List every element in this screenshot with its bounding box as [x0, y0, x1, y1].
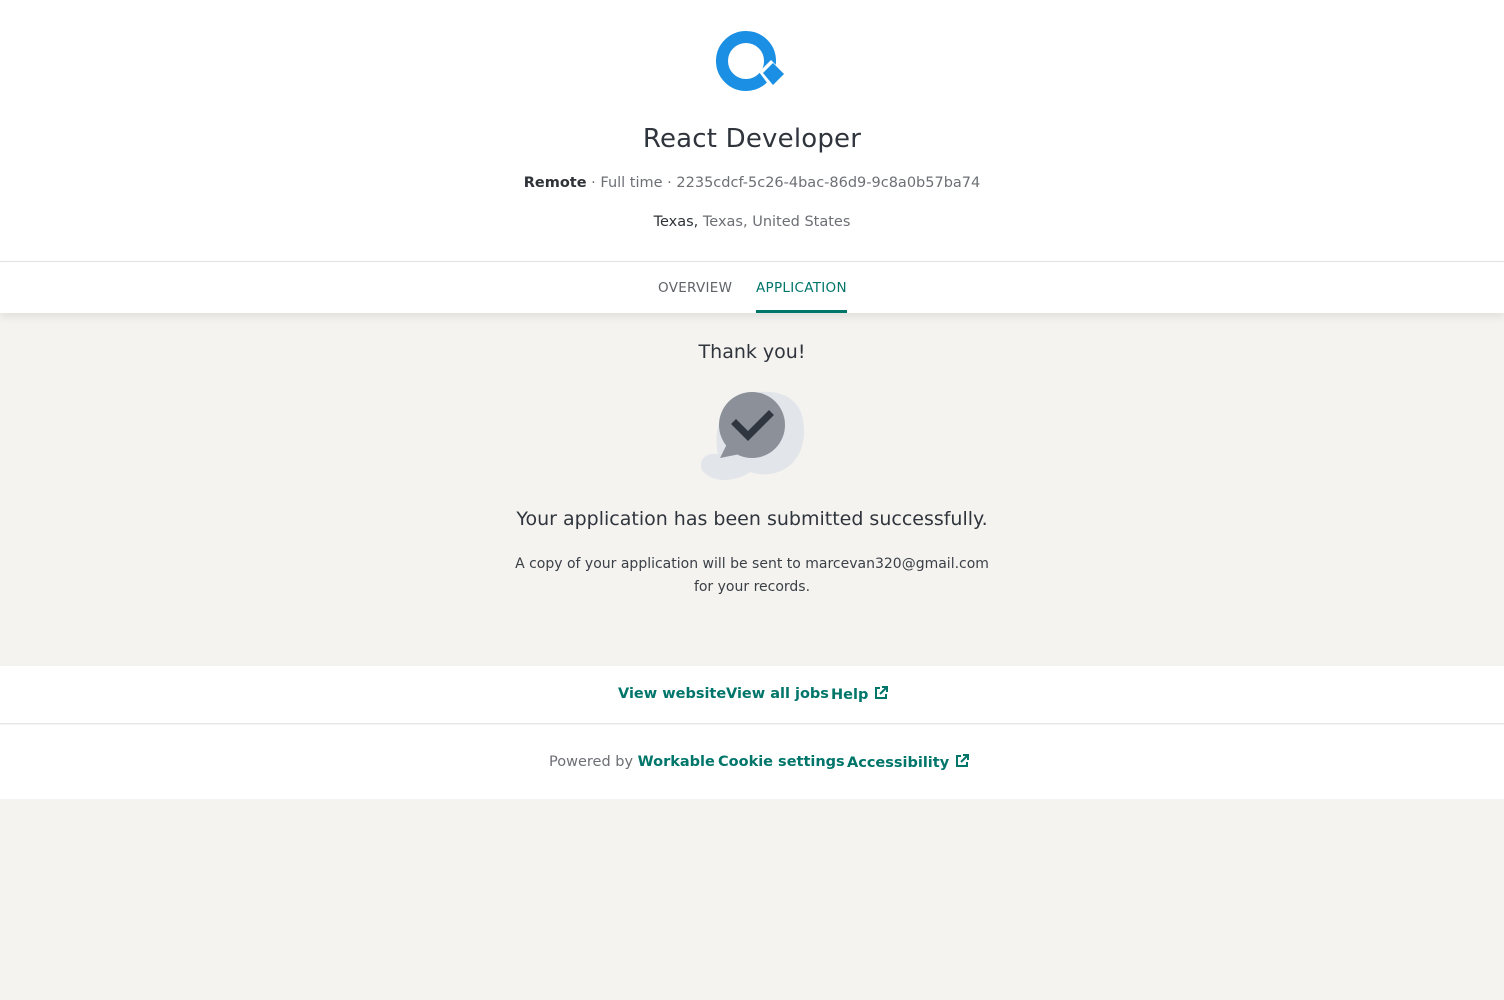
- confirmation-message: A copy of your application will be sent …: [0, 553, 1504, 599]
- meta-separator: ·: [662, 175, 677, 191]
- links-bar: View website View all jobs Help: [0, 666, 1504, 724]
- job-title: React Developer: [642, 124, 862, 154]
- meta-separator: ·: [586, 175, 601, 191]
- footer: Powered by Workable Cookie settings Acce…: [0, 725, 1504, 799]
- workplace-type: Remote: [523, 175, 587, 191]
- help-label: Help: [831, 687, 869, 703]
- location-city: Texas,: [653, 214, 699, 230]
- confirmation-line: A copy of your application will be sent …: [515, 556, 989, 572]
- help-link[interactable]: Help: [831, 686, 889, 703]
- workable-link[interactable]: Workable: [638, 754, 715, 770]
- cookie-settings-link[interactable]: Cookie settings: [718, 754, 845, 770]
- job-meta: Remote · Full time · 2235cdcf-5c26-4bac-…: [0, 175, 1504, 191]
- tab-bar: OVERVIEW APPLICATION: [0, 262, 1504, 313]
- job-location: Texas, Texas, United States: [0, 214, 1504, 230]
- tab-application[interactable]: APPLICATION: [756, 262, 847, 313]
- view-all-jobs-link[interactable]: View all jobs: [726, 686, 829, 702]
- accessibility-label: Accessibility: [847, 755, 950, 771]
- external-link-icon: [875, 686, 889, 699]
- job-header: React Developer Remote · Full time · 223…: [0, 0, 1504, 262]
- success-title: Your application has been submitted succ…: [516, 508, 988, 530]
- employment-type: Full time: [600, 175, 663, 191]
- powered-by-label: Powered by: [549, 754, 634, 770]
- confirmation-line: for your records.: [693, 579, 811, 595]
- thank-you-heading: Thank you!: [698, 341, 806, 363]
- accessibility-link[interactable]: Accessibility: [847, 754, 970, 771]
- powered-by-text: Powered by Workable: [549, 754, 715, 770]
- job-code: 2235cdcf-5c26-4bac-86d9-9c8a0b57ba74: [676, 175, 981, 191]
- external-link-icon: [956, 754, 970, 767]
- tab-overview[interactable]: OVERVIEW: [658, 262, 732, 313]
- location-region: Texas, United States: [698, 214, 851, 230]
- company-logo-icon: [716, 31, 785, 91]
- chat-check-icon: [700, 391, 805, 480]
- view-website-link[interactable]: View website: [618, 686, 726, 702]
